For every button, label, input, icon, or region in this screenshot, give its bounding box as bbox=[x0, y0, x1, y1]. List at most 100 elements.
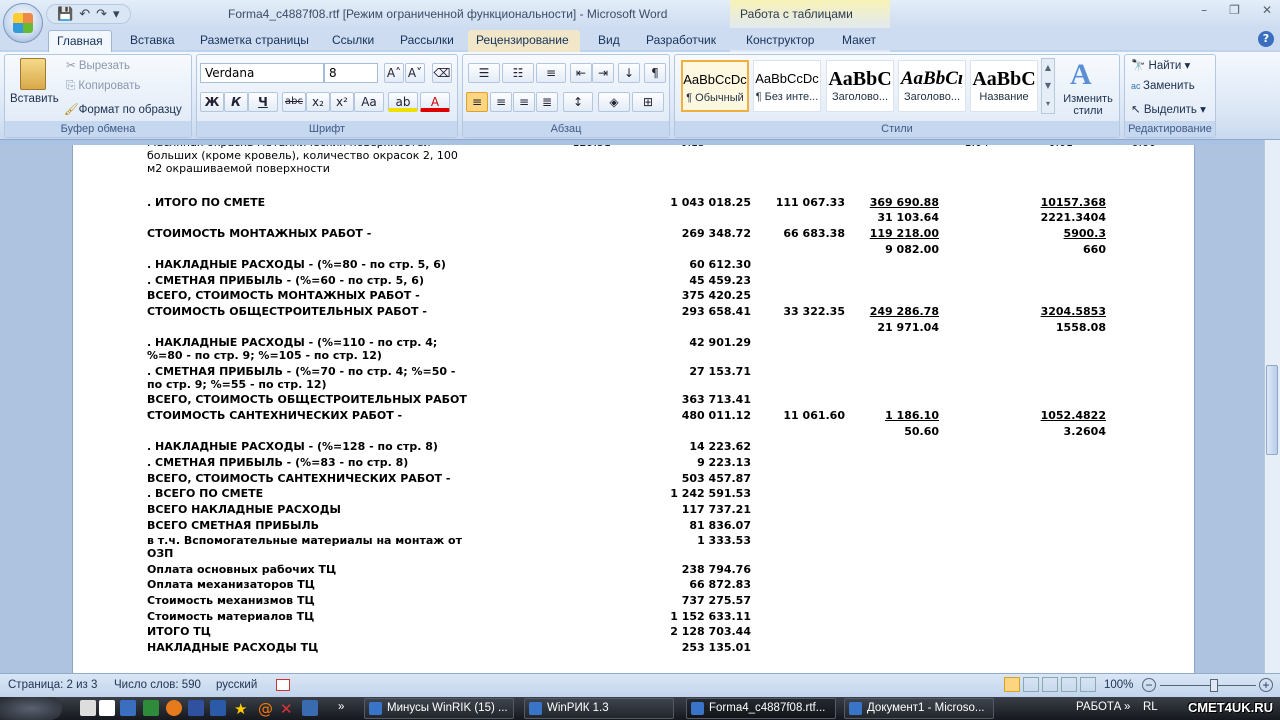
shrink-font-button[interactable]: A˅ bbox=[405, 63, 425, 83]
style-title[interactable]: AaBbC Название bbox=[970, 60, 1038, 112]
bullets-icon[interactable]: ☰ bbox=[468, 63, 500, 83]
style-heading-2[interactable]: AaBbCı Заголово... bbox=[898, 60, 966, 112]
sort-icon[interactable]: ↓ bbox=[618, 63, 640, 83]
document-page[interactable]: Масляная окраска металлических поверхнос… bbox=[72, 140, 1195, 673]
language-bar[interactable]: RL bbox=[1143, 701, 1158, 713]
star-icon[interactable]: ★ bbox=[234, 700, 250, 718]
align-left-icon[interactable]: ≡ bbox=[466, 92, 488, 112]
web-layout-icon[interactable] bbox=[1042, 677, 1058, 692]
zoom-in-icon[interactable]: + bbox=[1259, 678, 1273, 692]
save-icon[interactable]: 💾 bbox=[57, 7, 73, 22]
app-icon[interactable] bbox=[188, 700, 204, 716]
paste-button[interactable]: Вставить bbox=[10, 93, 59, 105]
copy-button[interactable]: ⎘ Копировать bbox=[66, 80, 140, 93]
change-styles-button[interactable]: Изменить стили bbox=[1060, 93, 1116, 117]
quicklaunch-chevron[interactable]: » bbox=[338, 701, 344, 713]
underline-button[interactable]: Ч bbox=[248, 92, 278, 112]
maximize-button[interactable]: ❐ bbox=[1229, 3, 1240, 17]
tools-icon[interactable]: ✕ bbox=[280, 700, 296, 718]
excel-icon[interactable] bbox=[143, 700, 159, 716]
show-marks-icon[interactable]: ¶ bbox=[644, 63, 666, 83]
taskbar-item[interactable]: Минусы WinRIK (15) ... bbox=[364, 698, 514, 719]
tab-page-layout[interactable]: Разметка страницы bbox=[192, 30, 317, 52]
tab-references[interactable]: Ссылки bbox=[324, 30, 382, 52]
close-button[interactable]: ✕ bbox=[1262, 3, 1272, 17]
start-button[interactable] bbox=[0, 697, 62, 720]
font-color-button[interactable]: A bbox=[420, 92, 450, 112]
highlight-button[interactable]: ab bbox=[388, 92, 418, 112]
format-painter-button[interactable]: 🖌Формат по образцу bbox=[64, 102, 182, 116]
find-button[interactable]: 🔭 Найти ▾ bbox=[1131, 58, 1190, 72]
shading-icon[interactable]: ◈ bbox=[598, 92, 630, 112]
app-icon[interactable] bbox=[302, 700, 318, 716]
office-button[interactable] bbox=[3, 3, 43, 43]
replace-button[interactable]: ac Заменить bbox=[1131, 80, 1195, 92]
superscript-button[interactable]: x² bbox=[330, 92, 354, 112]
increase-indent-icon[interactable]: ⇥ bbox=[592, 63, 614, 83]
tab-home[interactable]: Главная bbox=[48, 30, 112, 52]
draft-icon[interactable] bbox=[1080, 677, 1096, 692]
tab-table-design[interactable]: Конструктор bbox=[738, 30, 822, 52]
clear-format-icon[interactable]: ⌫ bbox=[432, 63, 452, 83]
font-size-select[interactable]: 8 bbox=[324, 63, 378, 83]
redo-icon[interactable]: ↷ bbox=[96, 7, 107, 22]
numbering-icon[interactable]: ☷ bbox=[502, 63, 534, 83]
mail-icon[interactable]: @ bbox=[258, 700, 274, 718]
tab-table-layout[interactable]: Макет bbox=[834, 30, 884, 52]
subscript-button[interactable]: x₂ bbox=[306, 92, 330, 112]
taskbar-item-active[interactable]: Forma4_c4887f08.rtf... bbox=[686, 698, 836, 719]
scrollbar-thumb[interactable] bbox=[1266, 365, 1278, 455]
tab-review[interactable]: Рецензирование bbox=[468, 30, 580, 52]
strikethrough-button[interactable]: abc bbox=[282, 92, 306, 112]
language-indicator[interactable]: русский bbox=[216, 679, 257, 691]
page-count[interactable]: Страница: 2 из 3 bbox=[8, 679, 97, 691]
change-case-button[interactable]: Aa bbox=[354, 92, 384, 112]
style-normal[interactable]: AaBbCcDc ¶ Обычный bbox=[681, 60, 749, 112]
align-center-icon[interactable]: ≡ bbox=[490, 92, 512, 112]
help-icon[interactable]: ? bbox=[1258, 31, 1274, 47]
firefox-icon[interactable] bbox=[166, 700, 182, 716]
align-right-icon[interactable]: ≡ bbox=[513, 92, 535, 112]
style-no-spacing[interactable]: AaBbCcDc ¶ Без инте... bbox=[753, 60, 821, 112]
undo-icon[interactable]: ↶ bbox=[79, 7, 90, 22]
reading-layout-icon[interactable] bbox=[1023, 677, 1039, 692]
toolbar-chevron[interactable]: » bbox=[1124, 701, 1130, 713]
line-spacing-icon[interactable]: ↕ bbox=[563, 92, 593, 112]
select-button[interactable]: ↖ Выделить ▾ bbox=[1131, 102, 1206, 116]
bold-button[interactable]: Ж bbox=[200, 92, 224, 112]
tab-view[interactable]: Вид bbox=[590, 30, 628, 52]
font-name-select[interactable]: Verdana bbox=[200, 63, 324, 83]
word-icon[interactable] bbox=[120, 700, 136, 716]
tab-insert[interactable]: Вставка bbox=[122, 30, 183, 52]
cut-button[interactable]: ✂ Вырезать bbox=[66, 58, 130, 72]
col-materials-value: 1052.4822 bbox=[1040, 409, 1106, 422]
multilevel-list-icon[interactable]: ≡ bbox=[536, 63, 566, 83]
print-layout-icon[interactable] bbox=[1004, 677, 1020, 692]
borders-icon[interactable]: ⊞ bbox=[632, 92, 664, 112]
minimize-button[interactable]: – bbox=[1201, 3, 1207, 17]
decrease-indent-icon[interactable]: ⇤ bbox=[570, 63, 592, 83]
outline-icon[interactable] bbox=[1061, 677, 1077, 692]
show-desktop-icon[interactable] bbox=[80, 700, 96, 716]
app-icon[interactable] bbox=[210, 700, 226, 716]
proofing-icon[interactable] bbox=[276, 679, 290, 691]
row-label: . СМЕТНАЯ ПРИБЫЛЬ - (%=60 - по стр. 5, 6… bbox=[147, 274, 424, 287]
customize-qat-icon[interactable]: ▾ bbox=[113, 7, 120, 22]
style-heading-1[interactable]: AaBbC Заголово... bbox=[826, 60, 894, 112]
taskbar-item[interactable]: WinРИК 1.3 bbox=[524, 698, 674, 719]
zoom-level[interactable]: 100% bbox=[1104, 679, 1133, 691]
tab-mailings[interactable]: Рассылки bbox=[392, 30, 462, 52]
taskbar-item[interactable]: Документ1 - Microso... bbox=[844, 698, 994, 719]
word-count[interactable]: Число слов: 590 bbox=[114, 679, 201, 691]
italic-button[interactable]: К bbox=[224, 92, 248, 112]
grow-font-button[interactable]: A˄ bbox=[384, 63, 404, 83]
zoom-out-icon[interactable]: − bbox=[1142, 678, 1156, 692]
toolbar-label[interactable]: РАБОТА bbox=[1076, 701, 1121, 713]
justify-icon[interactable]: ≣ bbox=[536, 92, 558, 112]
zoom-slider-thumb[interactable] bbox=[1210, 679, 1218, 692]
acrobat-icon[interactable] bbox=[99, 700, 115, 716]
styles-scroll[interactable]: ▲ ▼ ▾ bbox=[1041, 58, 1055, 114]
tab-developer[interactable]: Разработчик bbox=[638, 30, 724, 52]
zoom-slider[interactable] bbox=[1160, 685, 1256, 686]
paste-icon[interactable] bbox=[20, 58, 46, 90]
